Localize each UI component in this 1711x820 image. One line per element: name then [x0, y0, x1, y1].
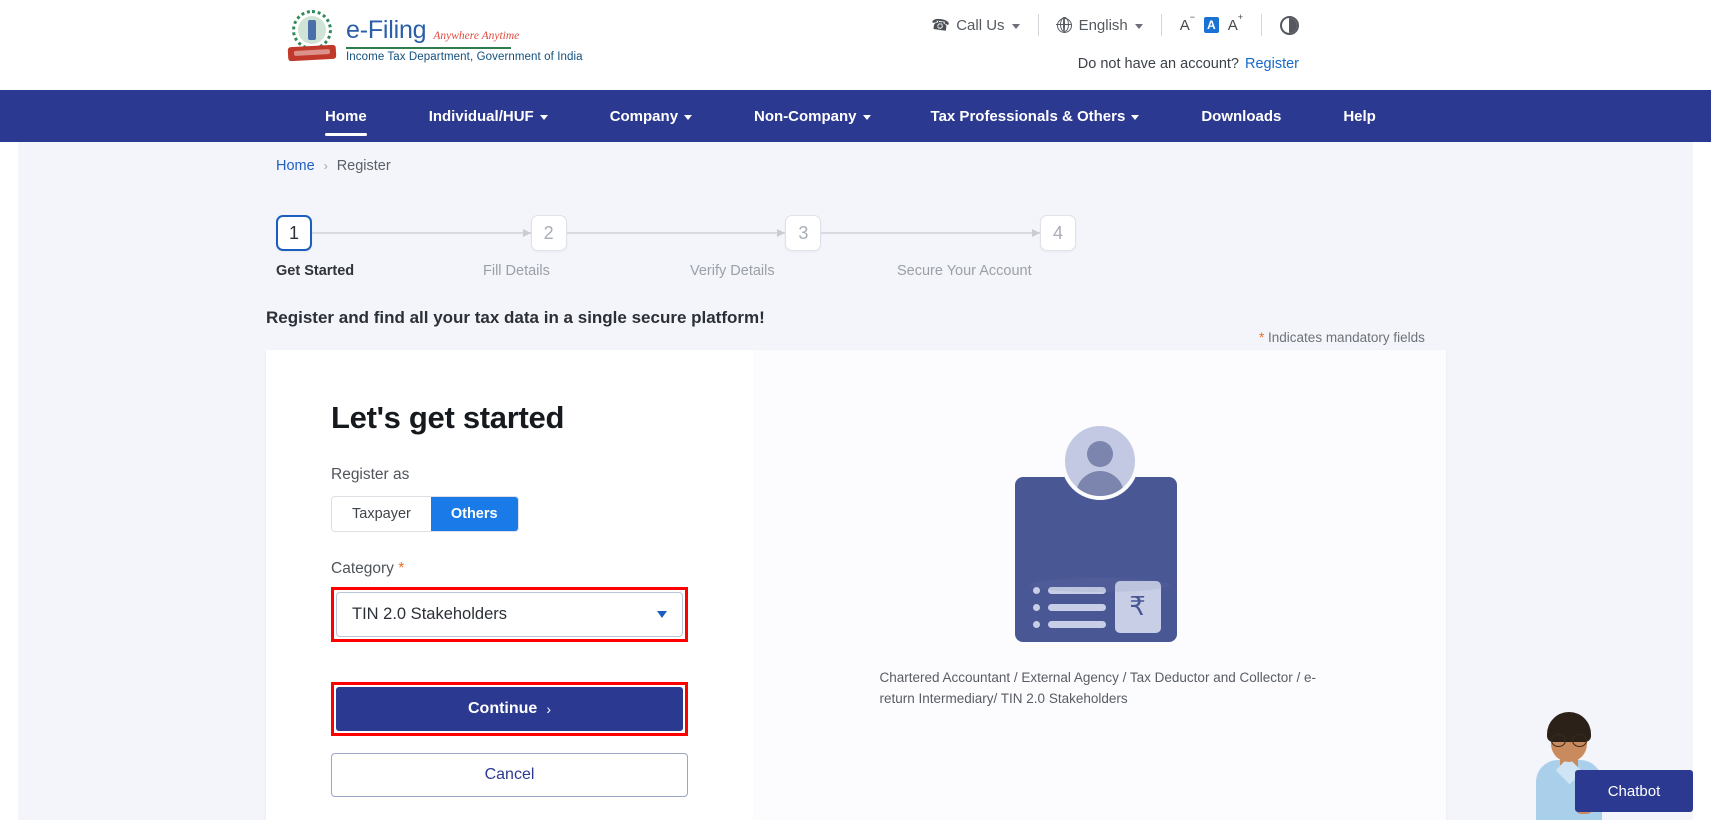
india-emblem-icon: [287, 8, 337, 70]
mandatory-fields-note: * Indicates mandatory fields: [1259, 330, 1425, 345]
stepper-label-3: Verify Details: [690, 263, 775, 279]
breadcrumb-separator-icon: ›: [323, 159, 328, 173]
stepper-label-2: Fill Details: [483, 263, 550, 279]
nav-item-label: Help: [1343, 107, 1376, 125]
chevron-down-icon: [539, 115, 548, 120]
continue-highlight-box: Continue ›: [331, 682, 688, 736]
font-decrease-button[interactable]: A−: [1180, 12, 1195, 34]
chatbot-button[interactable]: Chatbot: [1575, 770, 1693, 812]
cancel-button[interactable]: Cancel: [331, 753, 688, 797]
call-us-menu[interactable]: ☎ Call Us: [929, 15, 1020, 36]
account-prompt-label: Do not have an account?: [1077, 56, 1239, 72]
header-divider-3: [1261, 14, 1262, 36]
language-menu[interactable]: English: [1056, 16, 1143, 34]
chevron-down-icon: [1134, 23, 1143, 29]
stepper-step-2[interactable]: 2: [530, 215, 567, 251]
nav-item-individual-huf[interactable]: Individual/HUF: [429, 90, 548, 142]
site-header: e-Filing Anywhere Anytime Income Tax Dep…: [0, 0, 1711, 90]
page-root: e-Filing Anywhere Anytime Income Tax Dep…: [0, 0, 1711, 820]
category-required-star: *: [398, 560, 405, 577]
illustration-panel: ₹ Chartered Accountant / External Agency…: [753, 350, 1446, 820]
stepper-connector: [566, 229, 786, 237]
toggle-option-others[interactable]: Others: [430, 497, 518, 531]
nav-item-home[interactable]: Home: [325, 90, 367, 142]
account-prompt: Do not have an account? Register: [1078, 56, 1299, 72]
globe-icon: [1056, 17, 1072, 33]
header-divider-1: [1037, 14, 1039, 36]
font-increase-button[interactable]: A+: [1228, 12, 1243, 34]
nav-item-label: Tax Professionals & Others: [930, 107, 1126, 125]
chatbot-widget[interactable]: Chatbot: [1518, 700, 1693, 820]
language-label: English: [1078, 16, 1128, 34]
illustration-caption: Chartered Accountant / External Agency /…: [879, 670, 1317, 706]
category-label: Category *: [331, 560, 405, 577]
illustration-shadow: [1029, 578, 1170, 592]
mandatory-note-label: Indicates mandatory fields: [1268, 330, 1425, 345]
chevron-down-icon: [684, 115, 693, 120]
nav-item-label: Downloads: [1201, 107, 1282, 125]
nav-item-label: Individual/HUF: [428, 107, 534, 125]
breadcrumb: Home › Register: [276, 158, 391, 174]
chevron-down-icon: [1131, 115, 1140, 120]
nav-item-non-company[interactable]: Non-Company: [754, 90, 871, 142]
stepper-step-4[interactable]: 4: [1040, 215, 1077, 251]
category-selected-value: TIN 2.0 Stakeholders: [352, 605, 507, 623]
font-size-controls: A− A A+: [1180, 12, 1243, 34]
brand-divider: [346, 46, 511, 49]
nav-item-help[interactable]: Help: [1343, 90, 1376, 142]
stepper-label-4: Secure Your Account: [897, 263, 1032, 279]
nav-item-label: Non-Company: [754, 107, 857, 125]
nav-item-company[interactable]: Company: [609, 90, 693, 142]
site-logo[interactable]: e-Filing Anywhere Anytime Income Tax Dep…: [287, 8, 583, 70]
toggle-option-taxpayer[interactable]: Taxpayer: [332, 497, 431, 531]
nav-item-tax-professionals-others[interactable]: Tax Professionals & Others: [931, 90, 1140, 142]
breadcrumb-current: Register: [336, 158, 391, 174]
stepper-label-1: Get Started: [276, 263, 355, 279]
font-normal-button[interactable]: A: [1204, 17, 1219, 33]
nav-item-label: Home: [325, 107, 367, 125]
page-intro-text: Register and find all your tax data in a…: [266, 308, 765, 327]
stepper-connector: [821, 229, 1041, 237]
registration-card: Let's get started Register as Taxpayer O…: [266, 350, 1446, 820]
nav-item-label: Company: [609, 107, 679, 125]
nav-item-downloads[interactable]: Downloads: [1201, 90, 1281, 142]
avatar: [1060, 422, 1139, 500]
stepper-step-1[interactable]: 1: [276, 215, 312, 251]
brand-tagline: Anywhere Anytime: [433, 29, 520, 42]
page-title: Let's get started: [331, 400, 565, 435]
register-as-label: Register as: [331, 466, 410, 483]
header-utilities: ☎ Call Us English A− A A+ Do not have an…: [929, 0, 1691, 90]
continue-button[interactable]: Continue ›: [336, 687, 683, 731]
registration-stepper: 1 2 3 4 Get Started Fill Details Verify Detai…: [276, 213, 1077, 283]
main-navigation: Home Individual/HUF Company Non-Company Tax …: [0, 90, 1711, 142]
brand-text: e-Filing Anywhere Anytime Income Tax Dep…: [346, 16, 583, 63]
brand-subtitle: Income Tax Department, Government of Ind…: [346, 50, 583, 63]
chevron-down-icon: [1011, 23, 1020, 29]
register-as-toggle: Taxpayer Others: [331, 496, 519, 532]
brand-name: e-Filing: [346, 15, 427, 44]
category-highlight-box: TIN 2.0 Stakeholders: [331, 587, 688, 642]
mandatory-star: *: [1259, 330, 1265, 345]
stepper-connector: [312, 229, 531, 237]
call-us-label: Call Us: [956, 16, 1005, 34]
chevron-down-icon: [657, 611, 667, 618]
register-link[interactable]: Register: [1245, 56, 1299, 72]
continue-label: Continue: [468, 700, 538, 717]
category-select[interactable]: TIN 2.0 Stakeholders: [336, 592, 683, 637]
id-card-with-avatar-icon: ₹: [1014, 422, 1185, 662]
chevron-right-icon: ›: [546, 701, 551, 717]
phone-icon: ☎: [929, 15, 951, 36]
header-divider-2: [1160, 14, 1162, 36]
contrast-icon[interactable]: [1280, 15, 1299, 35]
chevron-down-icon: [862, 115, 871, 120]
breadcrumb-home[interactable]: Home: [276, 158, 315, 174]
stepper-step-3[interactable]: 3: [785, 215, 822, 251]
registration-form: Let's get started Register as Taxpayer O…: [266, 350, 753, 820]
